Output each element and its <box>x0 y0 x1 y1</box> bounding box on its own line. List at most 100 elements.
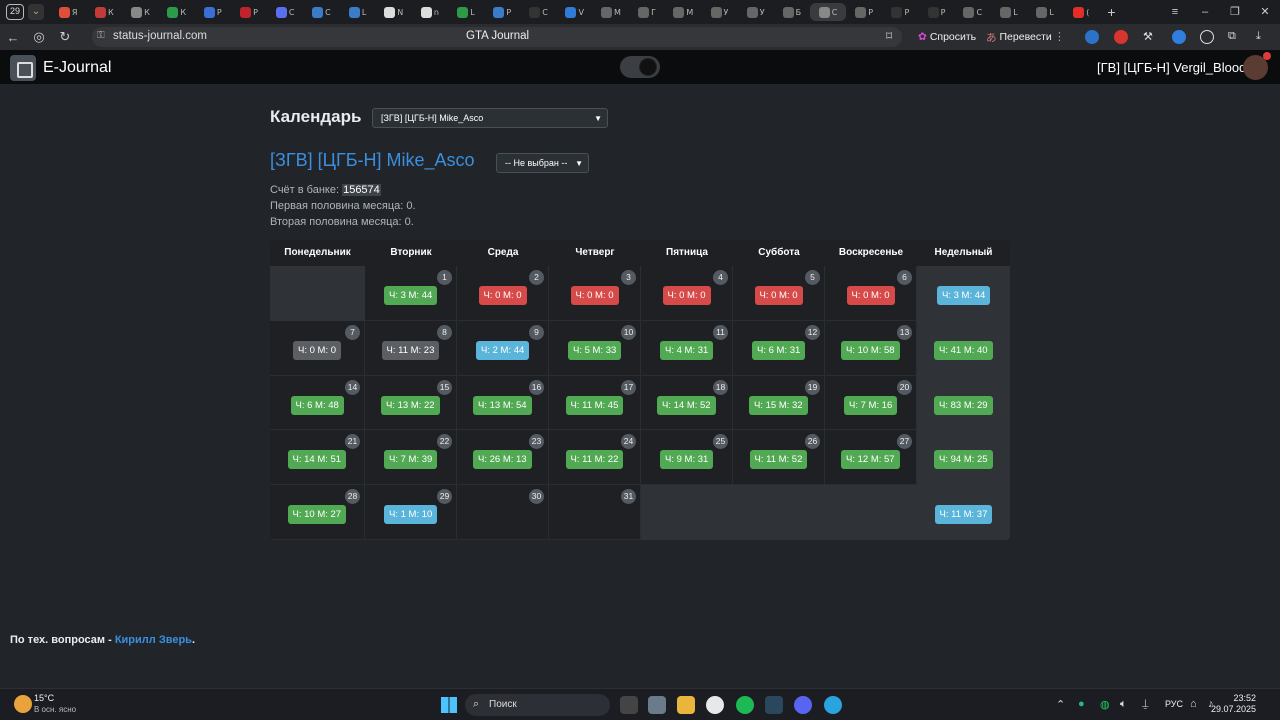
time-badge[interactable]: Ч: 1 М: 10 <box>384 505 438 525</box>
browser-tab[interactable]: L <box>1027 3 1063 21</box>
browser-tab[interactable]: С <box>955 3 991 21</box>
browser-tab[interactable]: Б <box>774 3 810 21</box>
file-explorer-icon[interactable] <box>677 696 695 714</box>
weekly-total-badge[interactable]: Ч: 11 М: 37 <box>934 505 993 525</box>
browser-tab[interactable]: L <box>448 3 484 21</box>
browser-tab[interactable]: Р <box>846 3 882 21</box>
bookmark-icon[interactable]: ⌑ <box>886 29 892 43</box>
browser-tab[interactable]: К <box>159 3 195 21</box>
time-badge[interactable]: Ч: 14 М: 52 <box>657 395 716 415</box>
weekly-total-badge[interactable]: Ч: 3 М: 44 <box>937 286 991 305</box>
time-badge[interactable]: Ч: 13 М: 22 <box>381 395 440 415</box>
weekly-total-badge[interactable]: Ч: 83 М: 29 <box>934 395 993 415</box>
language-indicator[interactable]: РУС <box>1165 699 1183 709</box>
support-link[interactable]: Кирилл Зверь <box>115 634 192 646</box>
collections-icon[interactable]: ⧉ <box>1228 30 1242 44</box>
clock[interactable]: 23:52 29.07.2025 <box>1211 693 1256 715</box>
more-icon[interactable]: ⋮ <box>1054 30 1068 44</box>
time-badge[interactable]: Ч: 13 М: 54 <box>473 395 532 415</box>
download-icon[interactable]: ⤓ <box>1256 30 1270 44</box>
tools-extension-icon[interactable]: ⚒ <box>1143 30 1157 44</box>
tab-list-chevron-icon[interactable]: ⌄ <box>28 4 44 20</box>
time-badge[interactable]: Ч: 2 М: 44 <box>476 340 530 360</box>
minimize-icon[interactable]: – <box>1190 0 1220 24</box>
employee-select[interactable]: [ЗГВ] [ЦГБ-Н] Mike_Asco ▼ <box>372 108 608 128</box>
steam-icon[interactable] <box>765 696 783 714</box>
time-badge[interactable]: Ч: 14 М: 51 <box>287 450 347 470</box>
browser-tab[interactable]: Р <box>195 3 231 21</box>
yandex-browser-icon[interactable] <box>706 696 724 714</box>
browser-tab[interactable]: У <box>738 3 774 21</box>
browser-tab[interactable]: К <box>122 3 158 21</box>
time-badge[interactable]: Ч: 11 М: 22 <box>565 450 624 470</box>
calculator-icon[interactable] <box>648 696 666 714</box>
time-badge[interactable]: Ч: 3 М: 44 <box>384 286 438 305</box>
weather-desc[interactable]: В осн. ясно <box>34 705 76 714</box>
taskbar-search[interactable]: ⌕ Поиск <box>465 694 610 716</box>
telegram-icon[interactable] <box>824 696 842 714</box>
browser-tab[interactable]: Р <box>231 3 267 21</box>
translate-button[interactable]: あ Перевести <box>982 28 1056 46</box>
time-badge[interactable]: Ч: 0 М: 0 <box>293 340 342 360</box>
time-badge[interactable]: Ч: 4 М: 31 <box>660 340 714 360</box>
start-icon[interactable] <box>441 697 457 713</box>
browser-tab[interactable]: n <box>412 3 448 21</box>
tray-chevron-icon[interactable]: ⌃ <box>1056 698 1065 711</box>
weather-icon[interactable] <box>14 695 32 713</box>
discord-icon[interactable] <box>794 696 812 714</box>
site-info-icon[interactable]: ⚿ <box>97 30 105 41</box>
extension-icon[interactable] <box>1114 30 1128 44</box>
tray-app-icon[interactable]: ● <box>1078 698 1085 710</box>
task-view-icon[interactable] <box>620 696 638 714</box>
time-badge[interactable]: Ч: 10 М: 58 <box>841 340 900 360</box>
time-badge[interactable]: Ч: 15 М: 32 <box>749 395 808 415</box>
time-badge[interactable]: Ч: 0 М: 0 <box>478 286 527 305</box>
time-badge[interactable]: Ч: 6 М: 31 <box>752 340 806 360</box>
browser-tab[interactable]: М <box>665 3 701 21</box>
browser-tab[interactable]: Р <box>919 3 955 21</box>
time-badge[interactable]: Ч: 7 М: 39 <box>384 450 438 470</box>
theme-toggle[interactable] <box>620 56 660 78</box>
browser-tab[interactable]: L <box>340 3 376 21</box>
weekly-total-badge[interactable]: Ч: 94 М: 25 <box>934 450 993 470</box>
back-arrow-icon[interactable]: ← <box>0 30 26 45</box>
logo-icon[interactable] <box>10 55 36 81</box>
status-select[interactable]: -- Не выбран -- ▼ <box>496 153 589 173</box>
time-badge[interactable]: Ч: 12 М: 57 <box>841 450 900 470</box>
tray-app-icon[interactable]: ◍ <box>1100 698 1110 711</box>
tab-count-button[interactable]: 29 <box>6 4 24 20</box>
user-name[interactable]: [ГВ] [ЦГБ-Н] Vergil_Blood <box>1097 60 1246 75</box>
network-icon[interactable]: ⌂ <box>1190 698 1197 710</box>
ask-button[interactable]: ✿ Спросить <box>914 28 980 46</box>
maximize-icon[interactable]: ❐ <box>1220 0 1250 24</box>
browser-tab[interactable]: Я <box>50 3 86 21</box>
weekly-total-badge[interactable]: Ч: 41 М: 40 <box>934 340 993 360</box>
browser-tab[interactable]: C <box>520 3 556 21</box>
time-badge[interactable]: Ч: 5 М: 33 <box>568 340 622 360</box>
time-badge[interactable]: Ч: 26 М: 13 <box>473 450 532 470</box>
time-badge[interactable]: Ч: 0 М: 0 <box>662 286 711 305</box>
browser-tab[interactable]: С <box>809 3 847 21</box>
browser-tab[interactable]: N <box>376 3 412 21</box>
time-badge[interactable]: Ч: 11 М: 45 <box>565 395 624 415</box>
browser-tab[interactable]: L <box>991 3 1027 21</box>
vk-extension-icon[interactable] <box>1085 30 1099 44</box>
microphone-icon[interactable]: ⍊ <box>1142 698 1149 711</box>
browser-tab[interactable]: Р <box>882 3 918 21</box>
browser-tab[interactable]: ( <box>1063 3 1099 21</box>
time-badge[interactable]: Ч: 0 М: 0 <box>570 286 619 305</box>
time-badge[interactable]: Ч: 10 М: 27 <box>287 505 347 525</box>
url-text[interactable]: status-journal.com <box>113 30 207 42</box>
browser-tab[interactable]: Г <box>629 3 665 21</box>
browser-tab[interactable]: V <box>557 3 593 21</box>
media-icon[interactable] <box>1200 30 1214 44</box>
browser-tab[interactable]: Р <box>484 3 520 21</box>
spotify-icon[interactable] <box>736 696 754 714</box>
browser-tab[interactable]: С <box>303 3 339 21</box>
volume-icon[interactable]: 🔈︎ <box>1120 698 1127 711</box>
time-badge[interactable]: Ч: 11 М: 23 <box>381 340 440 360</box>
weather-temp[interactable]: 15°C <box>34 693 54 703</box>
time-badge[interactable]: Ч: 11 М: 52 <box>749 450 808 470</box>
brand-name[interactable]: E-Journal <box>43 59 111 77</box>
avatar[interactable] <box>1243 52 1271 80</box>
